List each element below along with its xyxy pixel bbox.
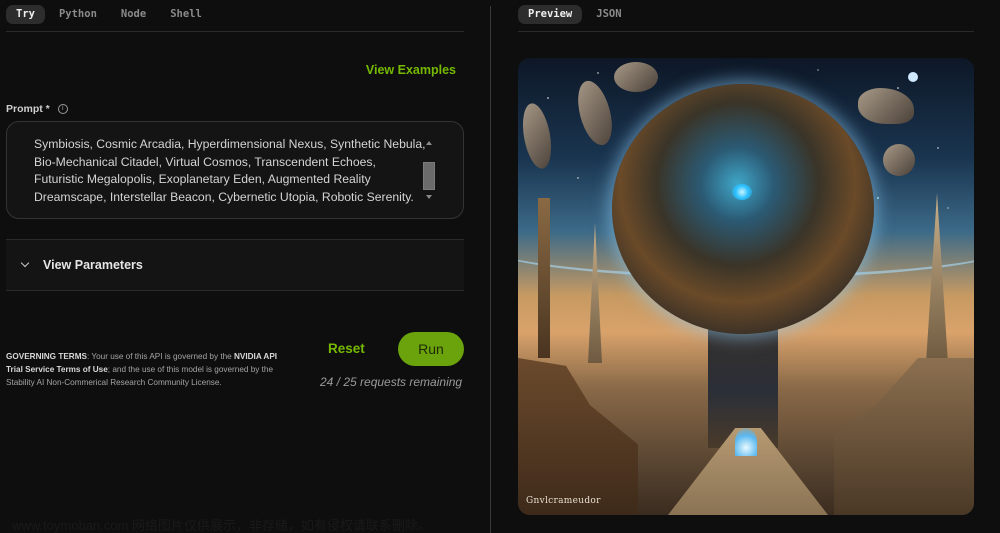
image-signature: Gnvlcrameudor [526,496,601,506]
tab-node[interactable]: Node [111,5,156,24]
app-root: Try Python Node Shell View Examples Prom… [0,0,1000,533]
prompt-label: Prompt * i [6,103,68,115]
view-parameters-toggle[interactable]: View Parameters [6,239,464,291]
tab-json[interactable]: JSON [586,5,631,24]
tab-preview[interactable]: Preview [518,5,583,24]
view-parameters-label: View Parameters [43,258,143,272]
output-tabs: Preview JSON [518,5,632,24]
scroll-down-arrow-icon[interactable] [426,195,432,199]
prompt-textarea[interactable]: Symbiosis, Cosmic Arcadia, Hyperdimensio… [6,121,464,219]
generated-image: Gnvlcrameudor [518,58,974,515]
stability-license-link[interactable]: Stability AI Non-Commerical Research Com… [6,378,219,387]
tab-shell[interactable]: Shell [160,5,212,24]
spire [538,198,550,358]
run-button[interactable]: Run [398,332,464,366]
reset-button[interactable]: Reset [328,341,365,356]
terms-lead: GOVERNING TERMS [6,352,87,361]
try-panel: Try Python Node Shell View Examples Prom… [0,0,490,533]
tabs-divider [6,31,464,32]
terms-text-1: : Your use of this API is governed by th… [86,352,234,361]
panel-divider[interactable] [490,6,491,533]
output-tabs-divider [518,31,974,32]
planet [612,84,874,334]
portal-glow [735,428,757,456]
tab-python[interactable]: Python [49,5,107,24]
watermark-text: www.toymoban.com 网络图片仅供展示，非存储，如有侵权请联系删除。 [12,518,431,533]
requests-remaining: 24 / 25 requests remaining [320,375,463,389]
planet-glow [732,184,752,200]
floating-pod [883,144,915,176]
info-icon[interactable]: i [57,104,68,114]
code-tabs: Try Python Node Shell [6,5,212,24]
prompt-label-text: Prompt * [6,103,50,115]
terms-text-3: . [219,378,222,387]
floating-pod [614,62,658,92]
tab-try[interactable]: Try [6,5,45,24]
prompt-text[interactable]: Symbiosis, Cosmic Arcadia, Hyperdimensio… [34,136,426,207]
governing-terms: GOVERNING TERMS: Your use of this API is… [6,350,296,389]
scrollbar-thumb[interactable] [423,162,435,190]
chevron-down-icon [20,258,30,268]
terms-text-2: ; and the use of this model is governed … [107,365,274,374]
view-examples-link[interactable]: View Examples [366,63,456,77]
scroll-up-arrow-icon[interactable] [426,141,432,145]
